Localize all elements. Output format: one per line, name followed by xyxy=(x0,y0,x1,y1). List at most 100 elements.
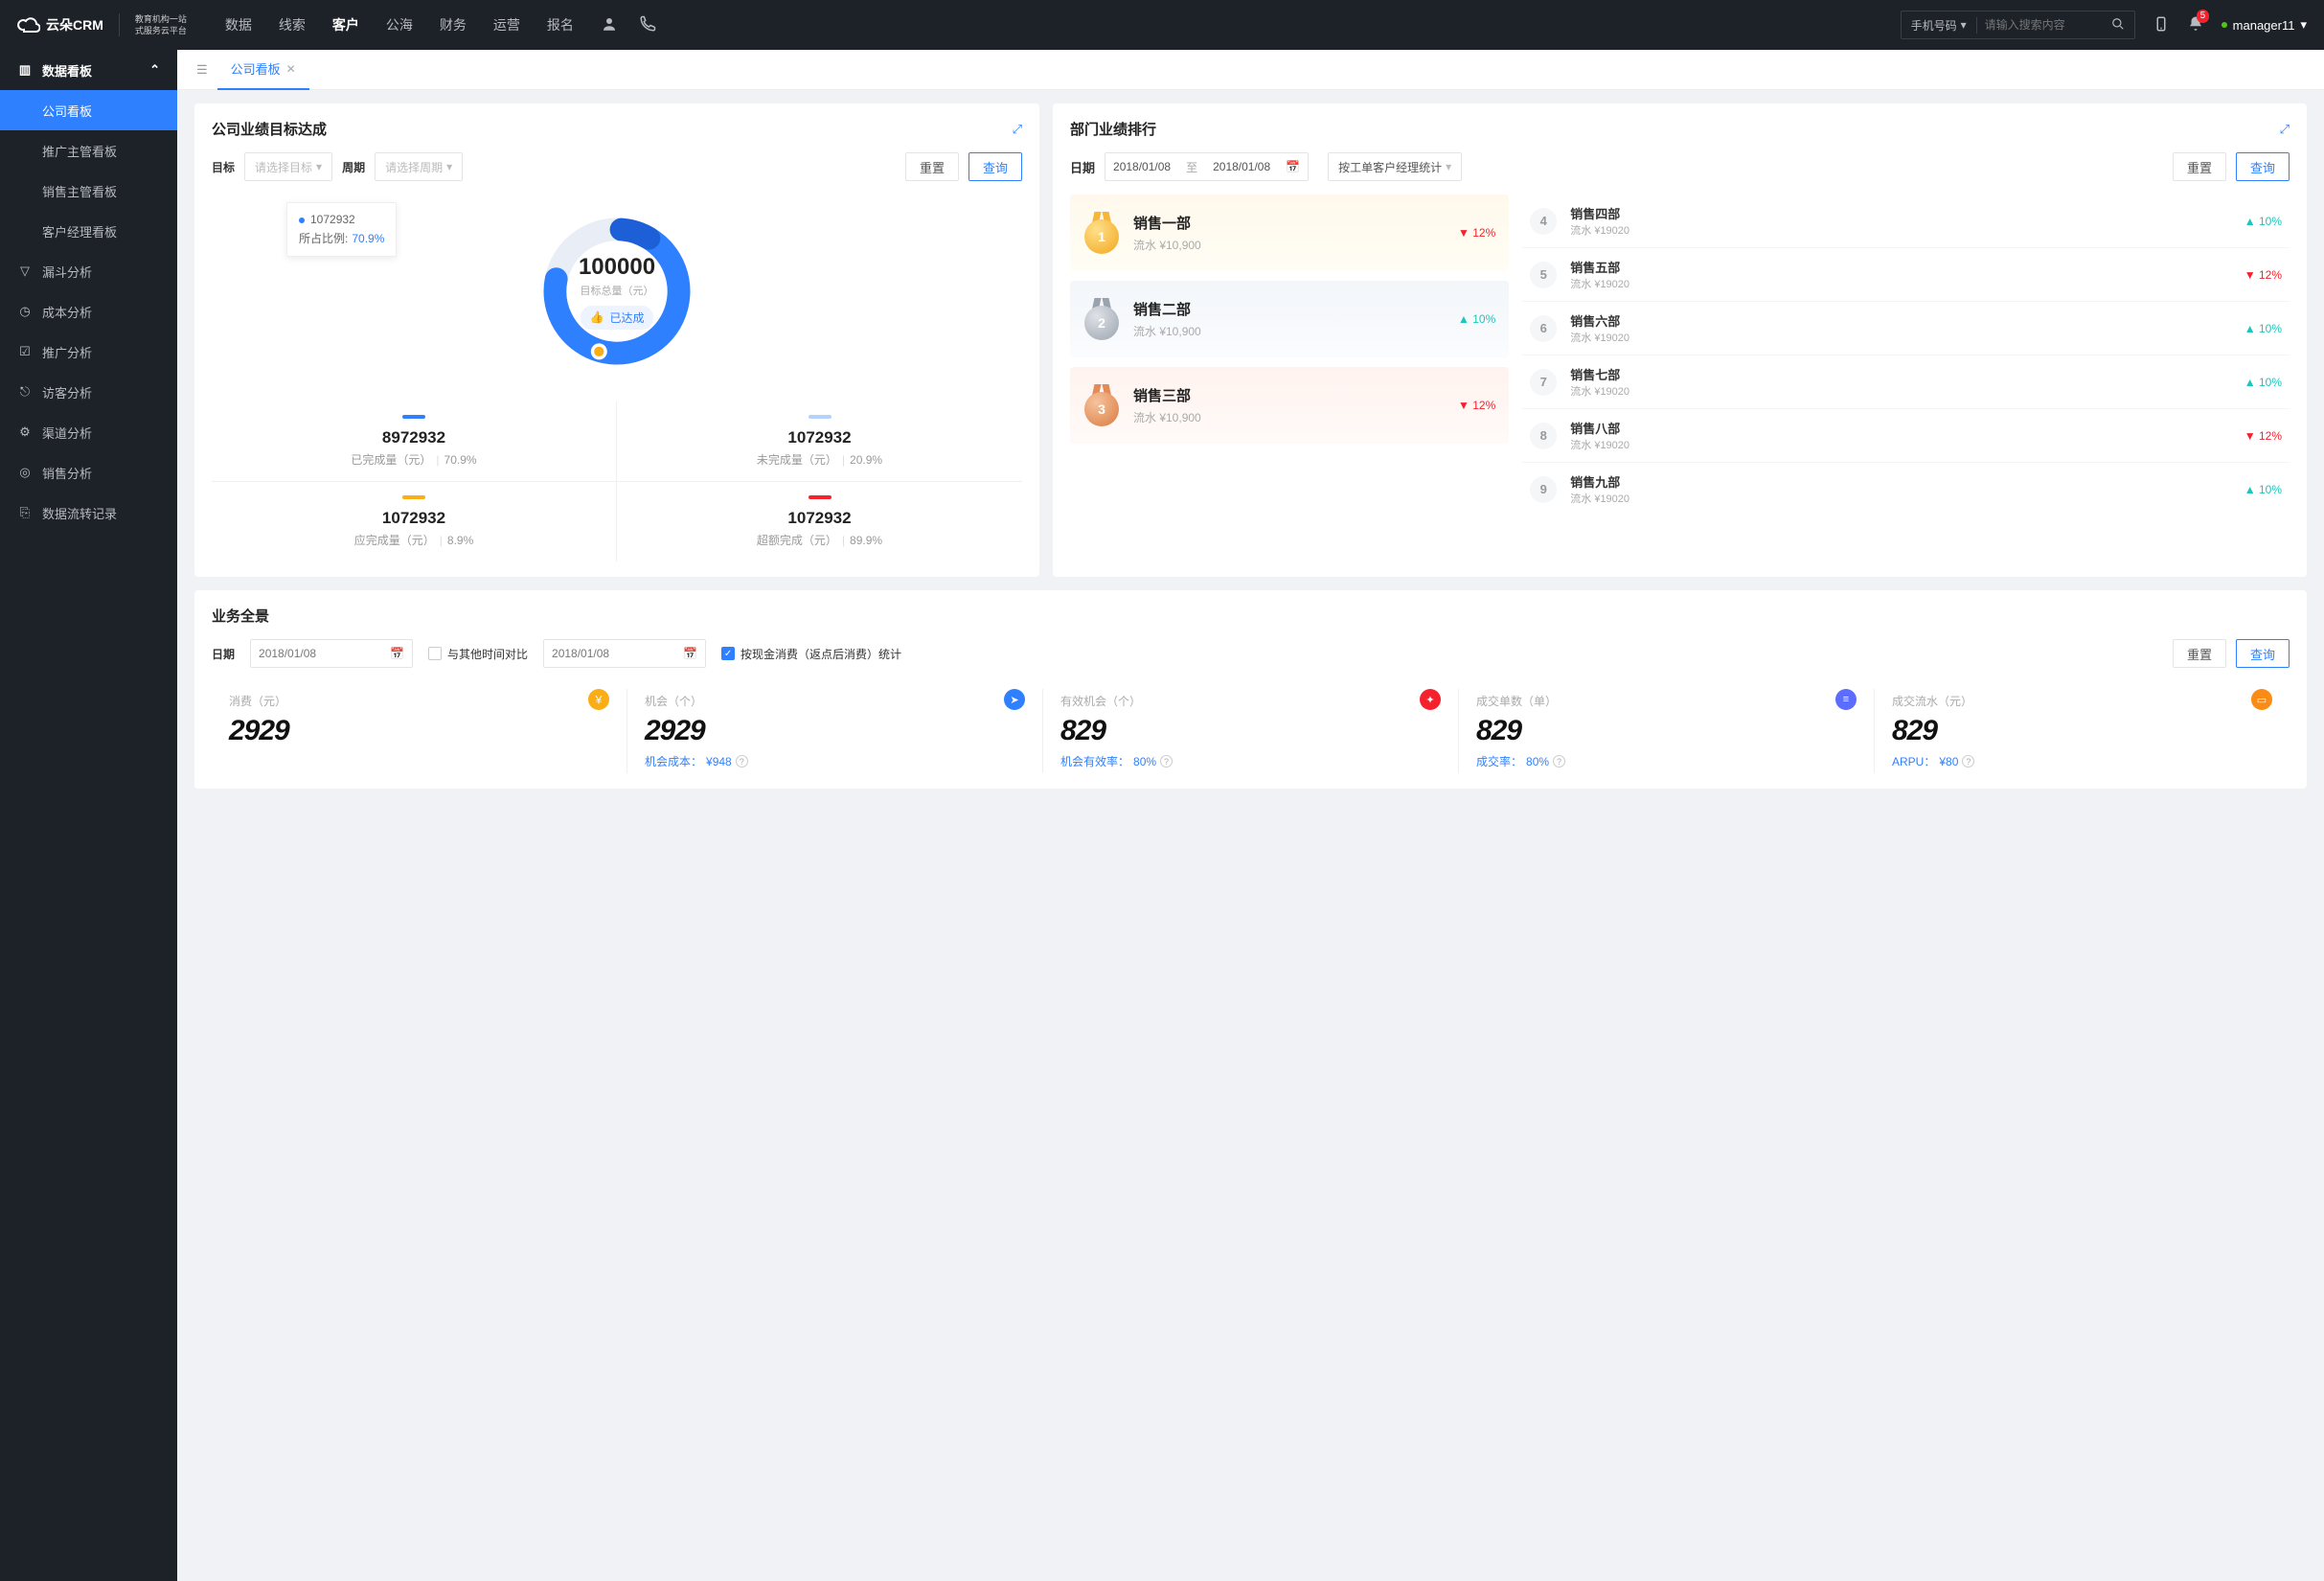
podium-item[interactable]: 1销售一部流水 ¥10,900▼ 12% xyxy=(1070,195,1509,271)
chevron-down-icon: ▾ xyxy=(446,160,452,173)
sidebar-sub-item[interactable]: 客户经理看板 xyxy=(0,211,177,251)
sidebar-item[interactable]: ▽漏斗分析 xyxy=(0,251,177,291)
query-button[interactable]: 查询 xyxy=(2236,152,2290,181)
biz-card-title: 业务全景 xyxy=(212,606,2290,626)
calendar-icon: 📅 xyxy=(1278,160,1308,173)
top-nav-item[interactable]: 客户 xyxy=(332,15,359,34)
top-nav-item[interactable]: 报名 xyxy=(547,15,574,34)
podium-item[interactable]: 3销售三部流水 ¥10,900▼ 12% xyxy=(1070,367,1509,444)
label-target: 目标 xyxy=(212,159,235,175)
tabs-bar: ☰ 公司看板 ✕ xyxy=(177,50,2324,90)
donut-center-value: 100000 xyxy=(579,254,655,281)
query-button[interactable]: 查询 xyxy=(968,152,1022,181)
rank-row[interactable]: 9销售九部流水 ¥19020▲ 10% xyxy=(1522,463,2290,516)
medal-icon: 2 xyxy=(1083,298,1120,340)
sidebar: ▥数据看板 ⌃ 公司看板推广主管看板销售主管看板客户经理看板 ▽漏斗分析◷成本分… xyxy=(0,50,177,1581)
help-icon[interactable]: ? xyxy=(736,755,748,768)
chevron-down-icon: ▾ xyxy=(1446,160,1451,173)
sidebar-item[interactable]: ☑推广分析 xyxy=(0,332,177,372)
metric-cell: 成交单数（单）≡829成交率：80%? xyxy=(1459,689,1875,773)
rank-row[interactable]: 6销售六部流水 ¥19020▲ 10% xyxy=(1522,302,2290,355)
medal-icon: 3 xyxy=(1083,384,1120,426)
hamburger-icon[interactable]: ☰ xyxy=(187,62,217,78)
compare-checkbox[interactable]: 与其他时间对比 xyxy=(428,646,528,662)
rank-row[interactable]: 7销售七部流水 ¥19020▲ 10% xyxy=(1522,355,2290,409)
target-select[interactable]: 请选择目标▾ xyxy=(244,152,332,181)
rank-row[interactable]: 8销售八部流水 ¥19020▼ 12% xyxy=(1522,409,2290,463)
podium-item[interactable]: 2销售二部流水 ¥10,900▲ 10% xyxy=(1070,281,1509,357)
search-type-select[interactable]: 手机号码▾ xyxy=(1902,17,1977,34)
metric-cell: 机会（个）➤2929机会成本：¥948? xyxy=(627,689,1043,773)
sidebar-icon: ⎋ xyxy=(17,384,33,400)
sidebar-item[interactable]: ⚙渠道分析 xyxy=(0,412,177,452)
kpi-cell: 1072932应完成量（元）|8.9% xyxy=(212,482,617,561)
sidebar-item[interactable]: ◷成本分析 xyxy=(0,291,177,332)
metric-icon: ➤ xyxy=(1004,689,1025,710)
search-input[interactable] xyxy=(1977,11,2102,38)
device-icon[interactable] xyxy=(2153,15,2170,35)
achieved-badge: 👍 已达成 xyxy=(581,306,654,330)
top-nav-item[interactable]: 线索 xyxy=(279,15,306,34)
sidebar-icon: ▽ xyxy=(17,264,33,279)
query-button[interactable]: 查询 xyxy=(2236,639,2290,668)
label-date: 日期 xyxy=(212,646,235,662)
sidebar-item[interactable]: ◎销售分析 xyxy=(0,452,177,493)
calendar-icon: 📅 xyxy=(683,647,697,660)
top-nav-item[interactable]: 数据 xyxy=(225,15,252,34)
header-search[interactable]: 手机号码▾ xyxy=(1901,11,2135,39)
rank-row[interactable]: 5销售五部流水 ¥19020▼ 12% xyxy=(1522,248,2290,302)
top-nav: 数据 线索 客户 公海 财务 运营 报名 xyxy=(225,15,574,34)
sidebar-icon: ☑ xyxy=(17,344,33,359)
donut-chart: 100000 目标总量（元） 👍 已达成 xyxy=(212,191,1022,392)
sidebar-sub-item[interactable]: 推广主管看板 xyxy=(0,130,177,171)
rank-row[interactable]: 4销售四部流水 ¥19020▲ 10% xyxy=(1522,195,2290,248)
search-icon[interactable] xyxy=(2102,17,2134,34)
sidebar-icon: ⎘ xyxy=(17,505,33,520)
period-select[interactable]: 请选择周期▾ xyxy=(375,152,463,181)
help-icon[interactable]: ? xyxy=(1962,755,1974,768)
reset-button[interactable]: 重置 xyxy=(2173,639,2226,668)
close-icon[interactable]: ✕ xyxy=(286,62,296,76)
metric-cell: 消费（元）￥2929 xyxy=(212,689,627,773)
metric-icon: ✦ xyxy=(1420,689,1441,710)
date-range-picker[interactable]: 2018/01/08至2018/01/08📅 xyxy=(1105,152,1309,181)
chevron-down-icon: ▾ xyxy=(1961,18,1967,32)
reset-button[interactable]: 重置 xyxy=(2173,152,2226,181)
reset-button[interactable]: 重置 xyxy=(905,152,959,181)
stat-by-select[interactable]: 按工单客户经理统计▾ xyxy=(1328,152,1462,181)
label-period: 周期 xyxy=(342,159,365,175)
sidebar-sub-item[interactable]: 公司看板 xyxy=(0,90,177,130)
sidebar-item[interactable]: ⎘数据流转记录 xyxy=(0,493,177,533)
biz-card: 业务全景 日期 2018/01/08📅 与其他时间对比 2018/01/08📅 … xyxy=(194,590,2307,789)
tab-company-board[interactable]: 公司看板 ✕ xyxy=(217,50,309,90)
kpi-cell: 8972932已完成量（元）|70.9% xyxy=(212,401,617,482)
top-nav-item[interactable]: 运营 xyxy=(493,15,520,34)
sidebar-icon: ◷ xyxy=(17,304,33,319)
phone-icon[interactable] xyxy=(639,15,656,35)
sidebar-sub-item[interactable]: 销售主管看板 xyxy=(0,171,177,211)
expand-icon[interactable]: ⤢ xyxy=(1013,122,1022,137)
rank-card-title: 部门业绩排行 xyxy=(1070,119,1156,139)
sidebar-icon: ◎ xyxy=(17,465,33,480)
top-nav-item[interactable]: 财务 xyxy=(440,15,467,34)
kpi-cell: 1072932未完成量（元）|20.9% xyxy=(617,401,1022,482)
date-picker-1[interactable]: 2018/01/08📅 xyxy=(250,639,413,668)
metric-icon: ￥ xyxy=(588,689,609,710)
expand-icon[interactable]: ⤢ xyxy=(2280,122,2290,137)
top-nav-item[interactable]: 公海 xyxy=(386,15,413,34)
user-menu[interactable]: manager11 ▾ xyxy=(2221,17,2307,33)
date-picker-2[interactable]: 2018/01/08📅 xyxy=(543,639,706,668)
label-date: 日期 xyxy=(1070,158,1095,176)
kpi-cell: 1072932超额完成（元）|89.9% xyxy=(617,482,1022,561)
metric-icon: ≡ xyxy=(1835,689,1857,710)
bell-icon[interactable]: 5 xyxy=(2187,15,2204,35)
sidebar-item[interactable]: ⎋访客分析 xyxy=(0,372,177,412)
medal-icon: 1 xyxy=(1083,212,1120,254)
user-icon[interactable] xyxy=(601,15,618,35)
help-icon[interactable]: ? xyxy=(1553,755,1565,768)
cash-checkbox[interactable]: ✓按现金消费（返点后消费）统计 xyxy=(721,646,901,662)
metric-icon: ▭ xyxy=(2251,689,2272,710)
status-dot xyxy=(2221,22,2227,28)
sidebar-group-dashboard[interactable]: ▥数据看板 ⌃ xyxy=(0,50,177,90)
help-icon[interactable]: ? xyxy=(1160,755,1173,768)
